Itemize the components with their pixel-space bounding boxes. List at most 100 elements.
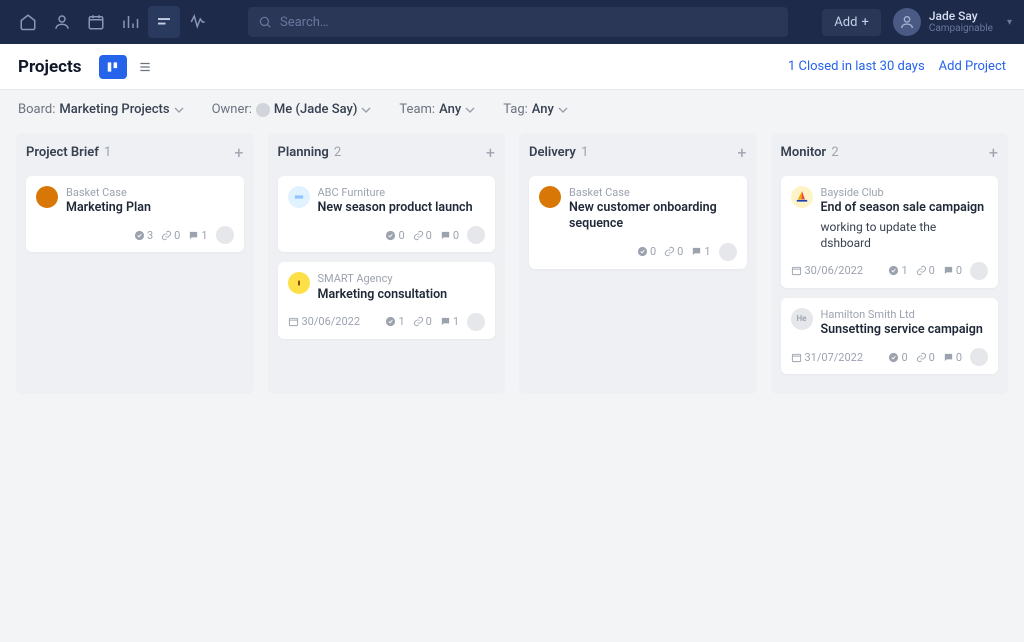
chevron-down-icon	[465, 105, 475, 115]
filter-label: Team:	[399, 102, 435, 117]
client-icon	[791, 186, 813, 208]
card-body: Basket CaseMarketing Plan	[66, 186, 234, 216]
filter-bar: Board: Marketing Projects Owner: Me (Jad…	[0, 90, 1024, 129]
project-card[interactable]: Basket CaseNew customer onboarding seque…	[529, 176, 747, 269]
board-icon[interactable]	[148, 6, 180, 38]
filter-value: Me (Jade Say)	[274, 102, 358, 117]
add-project-link[interactable]: Add Project	[939, 59, 1006, 74]
column-add-button[interactable]: +	[737, 143, 746, 162]
assignee-avatar	[719, 243, 737, 261]
filter-owner[interactable]: Owner: Me (Jade Say)	[212, 102, 372, 117]
card-footer: 001	[539, 243, 737, 261]
column-add-button[interactable]: +	[486, 143, 495, 162]
card-title: New season product launch	[318, 200, 486, 216]
card-date: 30/06/2022	[288, 315, 361, 328]
user-menu[interactable]: Jade Say Campaignable ▾	[893, 8, 1012, 36]
card-date: 31/07/2022	[791, 351, 864, 364]
project-card[interactable]: SMART Agency Marketing consultation 30/06/…	[278, 262, 496, 338]
board-column: Delivery 1+Basket CaseNew customer onboa…	[519, 133, 757, 394]
card-date: 30/06/2022	[791, 264, 864, 277]
filter-board[interactable]: Board: Marketing Projects	[18, 102, 184, 117]
card-title: End of season sale campaign	[821, 200, 989, 216]
comments-stat: 1	[188, 229, 207, 242]
card-footer: 301	[36, 226, 234, 244]
column-header: Monitor 2 +	[781, 143, 999, 162]
filter-team[interactable]: Team: Any	[399, 102, 475, 117]
client-icon	[36, 186, 58, 208]
project-card[interactable]: ABC FurnitureNew season product launch00…	[278, 176, 496, 252]
links-stat: 0	[413, 229, 432, 242]
client-icon	[288, 186, 310, 208]
user-org: Campaignable	[929, 23, 993, 34]
comments-stat: 0	[943, 264, 962, 277]
view-toggle	[99, 55, 159, 79]
filter-value: Any	[439, 102, 461, 117]
column-count: 2	[334, 145, 341, 160]
home-icon[interactable]	[12, 6, 44, 38]
links-stat: 0	[413, 315, 432, 328]
user-name: Jade Say	[929, 10, 993, 23]
board-view-button[interactable]	[99, 55, 127, 79]
card-client: Basket Case	[66, 186, 234, 199]
card-client: Hamilton Smith Ltd	[821, 308, 989, 321]
profile-icon[interactable]	[46, 6, 78, 38]
links-stat: 0	[664, 245, 683, 258]
activity-icon[interactable]	[182, 6, 214, 38]
page-header-right: 1 Closed in last 30 days Add Project	[788, 59, 1006, 74]
project-card[interactable]: Bayside ClubEnd of season sale campaign w…	[781, 176, 999, 288]
column-title: Planning 2	[278, 145, 342, 160]
calendar-icon[interactable]	[80, 6, 112, 38]
checks-stat: 0	[888, 351, 907, 364]
chevron-down-icon: ▾	[1007, 17, 1012, 28]
card-body: Hamilton Smith LtdSunsetting service cam…	[821, 308, 989, 338]
chart-icon[interactable]	[114, 6, 146, 38]
filter-tag[interactable]: Tag: Any	[503, 102, 568, 117]
card-note: working to update the dshboard	[821, 220, 989, 251]
column-count: 2	[831, 145, 838, 160]
closed-link[interactable]: 1 Closed in last 30 days	[788, 59, 925, 74]
checks-stat: 0	[637, 245, 656, 258]
column-count: 1	[104, 145, 111, 160]
owner-avatar-icon	[256, 103, 270, 117]
card-title: Marketing consultation	[318, 287, 486, 303]
user-info: Jade Say Campaignable	[929, 10, 993, 34]
column-add-button[interactable]: +	[989, 143, 998, 162]
search-input[interactable]	[280, 15, 778, 30]
comments-stat: 0	[440, 229, 459, 242]
nav-icons	[12, 6, 214, 38]
topbar-right: Add + Jade Say Campaignable ▾	[822, 8, 1012, 36]
checks-stat: 1	[888, 264, 907, 277]
plus-icon: +	[861, 15, 868, 30]
column-header: Project Brief 1 +	[26, 143, 244, 162]
client-icon	[288, 272, 310, 294]
column-title: Project Brief 1	[26, 145, 111, 160]
add-button[interactable]: Add +	[822, 9, 881, 36]
column-title: Monitor 2	[781, 145, 839, 160]
card-footer: 000	[288, 226, 486, 244]
page-title: Projects	[18, 57, 81, 77]
search-box[interactable]	[248, 7, 788, 37]
project-card[interactable]: Basket CaseMarketing Plan 301	[26, 176, 244, 252]
checks-stat: 0	[385, 229, 404, 242]
links-stat: 0	[161, 229, 180, 242]
filter-value: Marketing Projects	[59, 102, 169, 117]
card-client: SMART Agency	[318, 272, 486, 285]
column-count: 1	[581, 145, 588, 160]
project-card[interactable]: He Hamilton Smith LtdSunsetting service c…	[781, 298, 999, 374]
client-icon: He	[791, 308, 813, 330]
assignee-avatar	[970, 348, 988, 366]
card-body: SMART Agency Marketing consultation	[318, 272, 486, 302]
add-label: Add	[834, 15, 857, 30]
comments-stat: 0	[943, 351, 962, 364]
checks-stat: 1	[385, 315, 404, 328]
list-view-button[interactable]	[131, 55, 159, 79]
checks-stat: 3	[134, 229, 153, 242]
column-add-button[interactable]: +	[234, 143, 243, 162]
card-body: Bayside ClubEnd of season sale campaign w…	[821, 186, 989, 252]
card-footer: 31/07/2022000	[791, 348, 989, 366]
card-client: Basket Case	[569, 186, 737, 199]
card-title: Marketing Plan	[66, 200, 234, 216]
card-client: Bayside Club	[821, 186, 989, 199]
filter-label: Owner:	[212, 102, 252, 117]
card-client: ABC Furniture	[318, 186, 486, 199]
